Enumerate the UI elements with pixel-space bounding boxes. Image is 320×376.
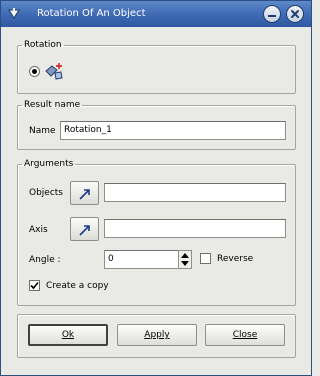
apply-button-label: Apply bbox=[144, 330, 170, 340]
angle-spinner[interactable] bbox=[178, 250, 192, 269]
axis-select-button[interactable] bbox=[70, 217, 99, 241]
angle-input[interactable]: 0 bbox=[104, 250, 180, 269]
close-button[interactable]: Close bbox=[205, 324, 285, 346]
objects-label: Objects bbox=[29, 188, 64, 198]
close-window-button[interactable] bbox=[286, 5, 304, 23]
minimize-button[interactable] bbox=[263, 5, 281, 23]
minimize-icon bbox=[268, 15, 276, 17]
rotation-object-icon bbox=[44, 61, 66, 81]
name-label: Name bbox=[29, 126, 56, 136]
angle-label: Angle : bbox=[29, 255, 61, 265]
select-arrow-icon bbox=[79, 225, 90, 236]
ok-button[interactable]: Ok bbox=[28, 324, 108, 346]
title-bar[interactable]: Rotation Of An Object bbox=[1, 1, 311, 27]
ok-button-label: Ok bbox=[61, 330, 75, 340]
window-title: Rotation Of An Object bbox=[37, 8, 146, 19]
create-copy-checkbox[interactable] bbox=[29, 280, 40, 291]
app-menu-icon[interactable] bbox=[7, 7, 21, 21]
rotation-mode-radio[interactable] bbox=[29, 66, 40, 77]
apply-button[interactable]: Apply bbox=[117, 324, 197, 346]
checkmark-icon bbox=[30, 281, 39, 290]
result-name-legend: Result name bbox=[24, 100, 81, 110]
objects-input[interactable] bbox=[104, 183, 286, 202]
axis-input[interactable] bbox=[104, 219, 286, 238]
name-input[interactable]: Rotation_1 bbox=[60, 121, 286, 140]
objects-select-button[interactable] bbox=[70, 181, 99, 205]
create-copy-label[interactable]: Create a copy bbox=[46, 281, 109, 291]
close-icon bbox=[291, 10, 299, 18]
select-arrow-icon bbox=[79, 189, 90, 200]
rotation-legend: Rotation bbox=[24, 40, 62, 50]
reverse-checkbox[interactable] bbox=[200, 253, 211, 264]
axis-label: Axis bbox=[29, 225, 48, 235]
spinner-arrows-icon bbox=[181, 253, 189, 266]
reverse-label[interactable]: Reverse bbox=[217, 254, 253, 264]
arguments-legend: Arguments bbox=[24, 159, 74, 169]
dialog-window: Rotation Of An Object Rotation Result na… bbox=[0, 0, 312, 376]
close-button-label: Close bbox=[232, 330, 258, 340]
